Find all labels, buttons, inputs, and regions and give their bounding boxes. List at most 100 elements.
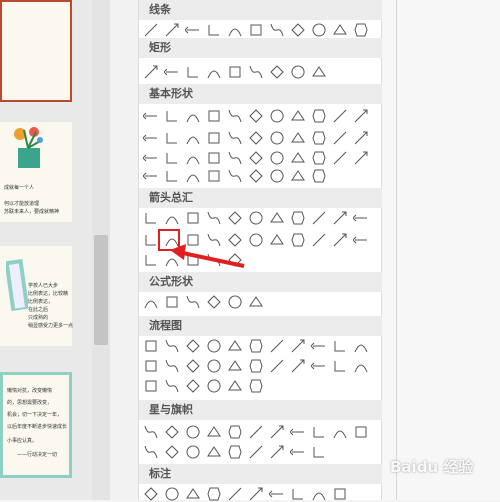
flow-shape-button[interactable]	[143, 338, 159, 354]
arrows-shape-button[interactable]	[143, 232, 159, 248]
rect-shape-button[interactable]	[311, 64, 327, 80]
arrows-shape-button[interactable]	[353, 232, 369, 248]
stars-shape-button[interactable]	[311, 424, 327, 440]
basic-shape-button[interactable]	[269, 130, 285, 146]
flow-shape-button[interactable]	[311, 358, 327, 374]
arrows-shape-button[interactable]	[311, 232, 327, 248]
rect-shape-button[interactable]	[185, 64, 201, 80]
lines-shape-button[interactable]	[290, 22, 306, 38]
flow-shape-button[interactable]	[290, 358, 306, 374]
basic-shape-button[interactable]	[269, 168, 285, 184]
stars-shape-button[interactable]	[290, 444, 306, 460]
flow-shape-button[interactable]	[164, 358, 180, 374]
basic-shape-button[interactable]	[290, 150, 306, 166]
basic-shape-button[interactable]	[227, 130, 243, 146]
flow-shape-button[interactable]	[227, 378, 243, 394]
basic-shape-button[interactable]	[353, 150, 369, 166]
arrows-shape-button[interactable]	[248, 210, 264, 226]
arrows-shape-button[interactable]	[332, 210, 348, 226]
formula-shape-button[interactable]	[164, 294, 180, 310]
flow-shape-button[interactable]	[185, 338, 201, 354]
thumbnail-scrollbar[interactable]	[92, 0, 110, 500]
slide-thumbnail-4[interactable]: 懒惰对抗，改变懒惰 的，思想需要改变， 机会；切一下决定一年， 以后年度不断进步…	[0, 372, 72, 478]
basic-shape-button[interactable]	[269, 150, 285, 166]
formula-shape-button[interactable]	[227, 294, 243, 310]
flow-shape-button[interactable]	[227, 338, 243, 354]
basic-shape-button[interactable]	[290, 168, 306, 184]
arrows-shape-button[interactable]	[185, 210, 201, 226]
basic-shape-button[interactable]	[332, 130, 348, 146]
basic-shape-button[interactable]	[269, 108, 285, 124]
arrows-shape-button[interactable]	[311, 210, 327, 226]
lines-shape-button[interactable]	[332, 22, 348, 38]
basic-shape-button[interactable]	[248, 150, 264, 166]
basic-shape-button[interactable]	[353, 108, 369, 124]
flow-shape-button[interactable]	[290, 338, 306, 354]
basic-shape-button[interactable]	[290, 108, 306, 124]
arrows-shape-button[interactable]	[290, 210, 306, 226]
rect-shape-button[interactable]	[248, 64, 264, 80]
flow-shape-button[interactable]	[185, 378, 201, 394]
rect-shape-button[interactable]	[143, 64, 159, 80]
arrows-shape-button[interactable]	[332, 232, 348, 248]
formula-shape-button[interactable]	[185, 294, 201, 310]
stars-shape-button[interactable]	[206, 424, 222, 440]
basic-shape-button[interactable]	[143, 108, 159, 124]
stars-shape-button[interactable]	[269, 444, 285, 460]
rect-shape-button[interactable]	[269, 64, 285, 80]
stars-shape-button[interactable]	[227, 444, 243, 460]
basic-shape-button[interactable]	[164, 168, 180, 184]
slide-thumbnail-2[interactable]: 成就每一个人 何以才能放道理 苏联未来人，要成就精神	[0, 122, 72, 222]
basic-shape-button[interactable]	[206, 130, 222, 146]
slide-thumbnail-1[interactable]	[0, 0, 72, 102]
stars-shape-button[interactable]	[248, 444, 264, 460]
flow-shape-button[interactable]	[206, 338, 222, 354]
basic-shape-button[interactable]	[248, 168, 264, 184]
stars-shape-button[interactable]	[290, 424, 306, 440]
rect-shape-button[interactable]	[290, 64, 306, 80]
arrows-shape-button[interactable]	[269, 210, 285, 226]
stars-shape-button[interactable]	[227, 424, 243, 440]
lines-shape-button[interactable]	[353, 22, 369, 38]
flow-shape-button[interactable]	[206, 358, 222, 374]
flow-shape-button[interactable]	[143, 378, 159, 394]
basic-shape-button[interactable]	[164, 108, 180, 124]
flow-shape-button[interactable]	[353, 338, 369, 354]
basic-shape-button[interactable]	[206, 150, 222, 166]
basic-shape-button[interactable]	[353, 130, 369, 146]
scrollbar-thumb[interactable]	[94, 235, 108, 345]
flow-shape-button[interactable]	[185, 358, 201, 374]
basic-shape-button[interactable]	[311, 108, 327, 124]
basic-shape-button[interactable]	[143, 130, 159, 146]
arrows-shape-button[interactable]	[290, 232, 306, 248]
basic-shape-button[interactable]	[143, 150, 159, 166]
stars-shape-button[interactable]	[185, 424, 201, 440]
flow-shape-button[interactable]	[248, 338, 264, 354]
flow-shape-button[interactable]	[206, 378, 222, 394]
basic-shape-button[interactable]	[227, 108, 243, 124]
basic-shape-button[interactable]	[248, 108, 264, 124]
basic-shape-button[interactable]	[164, 150, 180, 166]
formula-shape-button[interactable]	[248, 294, 264, 310]
stars-shape-button[interactable]	[332, 424, 348, 440]
flow-shape-button[interactable]	[164, 338, 180, 354]
basic-shape-button[interactable]	[332, 108, 348, 124]
basic-shape-button[interactable]	[164, 130, 180, 146]
lines-shape-button[interactable]	[164, 22, 180, 38]
basic-shape-button[interactable]	[185, 168, 201, 184]
lines-shape-button[interactable]	[227, 22, 243, 38]
flow-shape-button[interactable]	[164, 378, 180, 394]
stars-shape-button[interactable]	[143, 424, 159, 440]
lines-shape-button[interactable]	[248, 22, 264, 38]
flow-shape-button[interactable]	[311, 338, 327, 354]
flow-shape-button[interactable]	[248, 358, 264, 374]
stars-shape-button[interactable]	[164, 424, 180, 440]
rect-shape-button[interactable]	[164, 64, 180, 80]
lines-shape-button[interactable]	[311, 22, 327, 38]
flow-shape-button[interactable]	[269, 358, 285, 374]
arrows-shape-button[interactable]	[269, 232, 285, 248]
arrows-shape-button[interactable]	[143, 210, 159, 226]
arrows-shape-button[interactable]	[227, 210, 243, 226]
flow-shape-button[interactable]	[143, 358, 159, 374]
flow-shape-button[interactable]	[332, 358, 348, 374]
